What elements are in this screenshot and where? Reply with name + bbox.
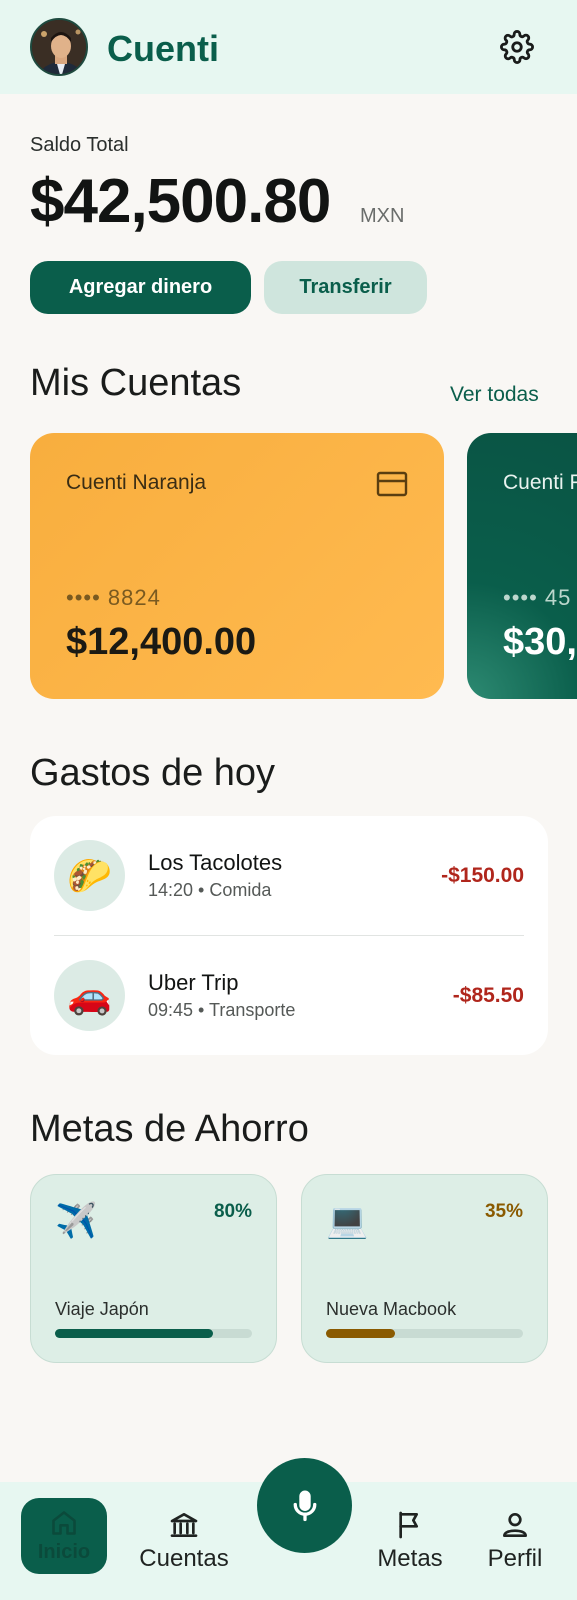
nav-item-profile[interactable]: Perfil bbox=[475, 1482, 555, 1600]
account-card-balance: $30, bbox=[503, 621, 577, 663]
microphone-icon bbox=[293, 1490, 316, 1521]
laptop-icon: 💻 bbox=[326, 1202, 369, 1240]
account-card-name: Cuenti P bbox=[503, 471, 577, 494]
goal-percent: 80% bbox=[213, 1201, 252, 1222]
goals-section-title: Metas de Ahorro bbox=[30, 1108, 309, 1150]
car-icon: 🚗 bbox=[54, 960, 125, 1031]
savings-goal-card[interactable]: ✈️ 80% Viaje Japón bbox=[30, 1174, 277, 1363]
settings-gear-icon[interactable] bbox=[500, 30, 534, 64]
credit-card-icon bbox=[376, 471, 408, 497]
expenses-list: 🌮 Los Tacolotes 14:20 • Comida -$150.00 … bbox=[30, 816, 548, 1055]
goal-name: Viaje Japón bbox=[55, 1299, 149, 1319]
see-all-accounts-link[interactable]: Ver todas bbox=[450, 383, 539, 407]
account-card-balance: $12,400.00 bbox=[66, 621, 257, 663]
expense-row[interactable]: 🌮 Los Tacolotes 14:20 • Comida -$150.00 bbox=[30, 816, 548, 936]
nav-label: Inicio bbox=[37, 1540, 91, 1563]
app-title: Cuenti bbox=[107, 28, 219, 69]
home-icon bbox=[52, 1510, 76, 1535]
voice-input-button[interactable] bbox=[257, 1458, 352, 1553]
balance-amount: $42,500.80 bbox=[30, 167, 331, 236]
nav-label: Cuentas bbox=[139, 1545, 229, 1572]
expense-title: Uber Trip bbox=[148, 970, 239, 995]
goal-progress-fill bbox=[55, 1329, 213, 1338]
goal-progress-track bbox=[55, 1329, 252, 1338]
expense-amount: -$85.50 bbox=[452, 984, 524, 1007]
savings-goal-card[interactable]: 💻 35% Nueva Macbook bbox=[301, 1174, 548, 1363]
balance-currency: MXN bbox=[360, 205, 405, 227]
goal-percent: 35% bbox=[484, 1201, 523, 1222]
account-card[interactable]: Cuenti P •••• 45 $30, bbox=[467, 433, 577, 699]
expense-row[interactable]: 🚗 Uber Trip 09:45 • Transporte -$85.50 bbox=[30, 936, 548, 1055]
bank-icon bbox=[170, 1513, 198, 1537]
transfer-button[interactable]: Transferir bbox=[264, 261, 427, 314]
taco-icon: 🌮 bbox=[54, 840, 125, 911]
account-card-number: •••• 45 bbox=[503, 585, 572, 610]
airplane-icon: ✈️ bbox=[55, 1202, 98, 1240]
avatar[interactable] bbox=[30, 18, 88, 76]
nav-item-goals[interactable]: Metas bbox=[370, 1482, 450, 1600]
expense-meta: 09:45 • Transporte bbox=[148, 1000, 296, 1020]
expense-title: Los Tacolotes bbox=[148, 850, 283, 875]
accounts-section-title: Mis Cuentas bbox=[30, 362, 242, 404]
nav-item-accounts[interactable]: Cuentas bbox=[132, 1482, 236, 1600]
nav-label: Metas bbox=[377, 1545, 443, 1572]
expense-meta: 14:20 • Comida bbox=[148, 880, 272, 900]
goal-name: Nueva Macbook bbox=[326, 1299, 457, 1319]
expense-amount: -$150.00 bbox=[441, 864, 524, 887]
account-card[interactable]: Cuenti Naranja •••• 8824 $12,400.00 bbox=[30, 433, 444, 699]
expenses-section-title: Gastos de hoy bbox=[30, 752, 276, 794]
balance-label: Saldo Total bbox=[30, 134, 129, 156]
person-icon bbox=[503, 1513, 527, 1537]
account-card-number: •••• 8824 bbox=[66, 585, 161, 610]
nav-item-home[interactable]: Inicio bbox=[21, 1498, 107, 1574]
add-money-button[interactable]: Agregar dinero bbox=[30, 261, 251, 314]
flag-icon bbox=[399, 1511, 418, 1539]
nav-label: Perfil bbox=[487, 1545, 543, 1572]
app-header: Cuenti bbox=[0, 0, 577, 94]
account-card-name: Cuenti Naranja bbox=[66, 471, 207, 494]
goal-progress-fill bbox=[326, 1329, 395, 1338]
goal-progress-track bbox=[326, 1329, 523, 1338]
